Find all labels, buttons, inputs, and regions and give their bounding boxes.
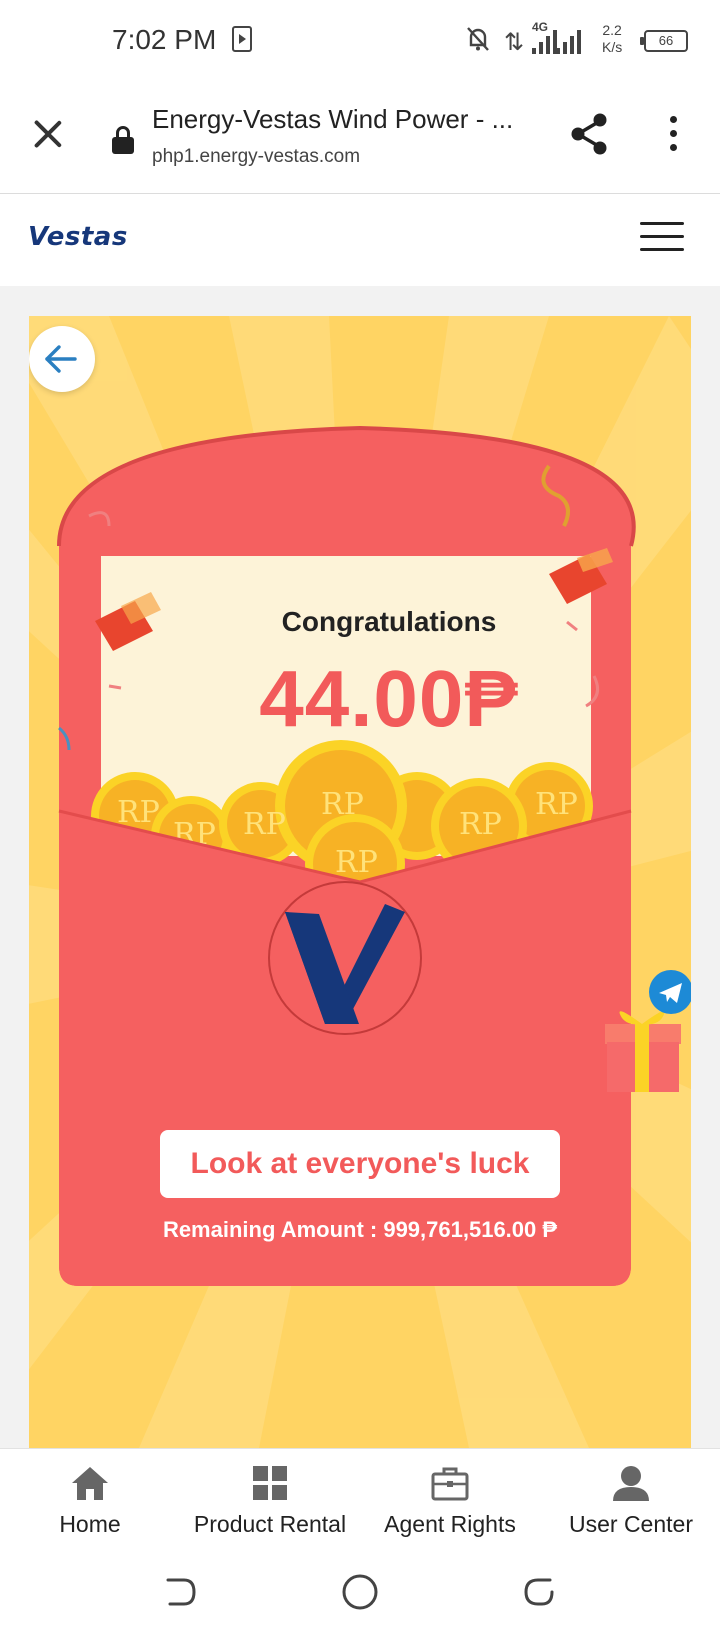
android-navigation-bar (0, 1544, 720, 1640)
bell-off-icon (467, 27, 489, 51)
coin-mark-text: RP (535, 787, 578, 822)
battery-icon: 66 (640, 30, 688, 52)
status-icons: ⇅ 4G 2.2 K/s 66 (466, 20, 706, 60)
hamburger-menu-icon[interactable] (640, 216, 686, 256)
red-envelope: RP RP RP RP RP RP RP (57, 425, 636, 1286)
briefcase-icon (431, 1467, 469, 1501)
coin-mark-text: RP (321, 787, 364, 822)
speed-value: 2.2 (602, 22, 622, 38)
coin-mark-text: RP (243, 807, 286, 842)
coin-mark-text: RP (335, 845, 378, 880)
look-at-everyones-luck-button[interactable]: Look at everyone's luck (160, 1130, 560, 1198)
remaining-amount: Remaining Amount : 999,761,516.00 ₱ (162, 1217, 558, 1242)
nav-label: Home (59, 1511, 121, 1537)
nav-item-home[interactable]: Home (40, 1449, 140, 1545)
gift-box-icon[interactable] (601, 966, 691, 1096)
close-icon[interactable] (28, 114, 68, 154)
back-arrow-icon[interactable] (29, 326, 95, 392)
media-indicator-icon (232, 26, 252, 52)
browser-toolbar: Energy-Vestas Wind Power - ... php1.ener… (0, 84, 720, 194)
nav-item-agent-rights[interactable]: Agent Rights (370, 1449, 530, 1545)
user-icon (613, 1466, 649, 1501)
data-transfer-icon: ⇅ (504, 29, 525, 56)
home-icon (72, 1467, 108, 1500)
back-gesture-icon[interactable] (160, 1572, 200, 1612)
nav-label: Product Rental (193, 1511, 347, 1537)
lock-icon[interactable] (112, 126, 134, 154)
nav-item-product-rental[interactable]: Product Rental (180, 1449, 360, 1545)
congratulations-heading: Congratulations (281, 606, 497, 637)
nav-label: User Center (569, 1511, 693, 1537)
red-envelope-scene: RP RP RP RP RP RP RP Congratulations 44.… (29, 316, 691, 1448)
status-time: 7:02 PM (112, 24, 217, 55)
more-options-icon[interactable] (660, 114, 688, 154)
speed-unit: K/s (602, 39, 623, 55)
nav-label: Agent Rights (384, 1511, 516, 1537)
coin-mark-text: RP (459, 807, 502, 842)
share-icon[interactable] (568, 112, 610, 156)
home-circle-icon[interactable] (340, 1572, 380, 1612)
status-bar: 7:02 PM ⇅ 4G 2.2 K/s 66 (0, 0, 720, 84)
vestas-logo[interactable]: Vestas (28, 222, 128, 252)
network-speed: 2.2 K/s (602, 22, 622, 56)
bottom-navigation: Home Product Rental Agent Rights User Ce… (0, 1448, 720, 1544)
reward-amount: 44.00₱ (259, 654, 519, 743)
recents-icon[interactable] (520, 1572, 560, 1612)
site-header: Vestas (0, 194, 720, 286)
nav-item-user-center[interactable]: User Center (556, 1449, 706, 1545)
page-title: Energy-Vestas Wind Power - ... (152, 104, 514, 134)
grid-icon (253, 1466, 287, 1500)
page-url: php1.energy-vestas.com (152, 146, 361, 167)
